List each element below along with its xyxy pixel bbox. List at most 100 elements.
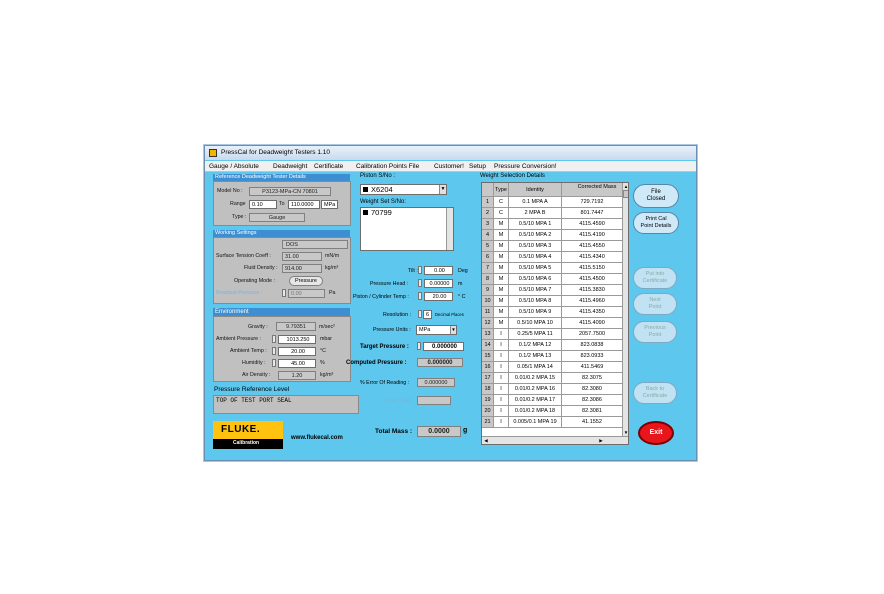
website-link[interactable]: www.flukecal.com — [291, 435, 343, 441]
humidity-spinner[interactable] — [272, 359, 276, 367]
row-type: M — [494, 274, 509, 285]
menu-certificate[interactable]: Certificate — [314, 161, 343, 172]
row-identity: 0.005/0.1 MPA 19 — [509, 417, 562, 428]
table-row[interactable]: 1 C 0.1 MPA A 729.7192 — [482, 197, 623, 208]
row-mass: 823.0838 — [562, 340, 623, 351]
scroll-up-icon[interactable]: ▲ — [623, 183, 628, 190]
target-pressure-field[interactable]: 0.000000 — [423, 342, 464, 351]
pressure-ref-field[interactable]: TOP OF TEST PORT SEAL — [213, 395, 359, 414]
ambient-pressure-spinner[interactable] — [272, 335, 276, 343]
pressure-units-dropdown-icon[interactable]: ▼ — [450, 326, 456, 334]
table-row[interactable]: 16 I 0.05/1 MPA 14 411.5469 — [482, 362, 623, 373]
tilt-field[interactable]: 0.00 — [424, 266, 453, 275]
row-mass: 82.3075 — [562, 373, 623, 384]
piston-temp-spinner[interactable] — [418, 292, 422, 300]
menu-calibration-points-file[interactable]: Calibration Points File — [356, 161, 419, 172]
scroll-left-icon[interactable]: ◀ — [483, 437, 489, 444]
ambient-pressure-field[interactable]: 1013.250 — [278, 335, 316, 344]
row-identity: 0.01/0.2 MPA 17 — [509, 395, 562, 406]
previous-point-button[interactable]: Previous Point — [633, 321, 677, 343]
ambient-pressure-unit: mbar — [320, 336, 333, 342]
ambient-temp-spinner[interactable] — [272, 347, 276, 355]
table-horizontal-scrollbar[interactable]: ◀ ▶ — [482, 436, 628, 444]
resolution-spinner[interactable] — [418, 310, 422, 318]
row-number: 2 — [482, 208, 494, 219]
table-row[interactable]: 11 M 0.5/10 MPA 9 4115.4350 — [482, 307, 623, 318]
row-identity: 0.5/10 MPA 5 — [509, 263, 562, 274]
row-number: 20 — [482, 406, 494, 417]
menu-deadweight[interactable]: Deadweight — [273, 161, 307, 172]
gravity-field: 9.79351 — [276, 322, 316, 331]
put-into-line2: Certificate — [642, 278, 668, 284]
operating-mode-button[interactable]: Pressure — [289, 276, 323, 286]
table-row[interactable]: 17 I 0.01/0.2 MPA 15 82.3075 — [482, 373, 623, 384]
weightset-scrollbar[interactable] — [446, 208, 453, 250]
menu-gauge-absolute[interactable]: Gauge / Absolute — [209, 161, 259, 172]
row-identity: 0.25/5 MPA 11 — [509, 329, 562, 340]
scroll-thumb[interactable] — [623, 190, 628, 198]
print-cal-button[interactable]: Print Cal Point Details — [633, 212, 679, 234]
table-row[interactable]: 13 I 0.25/5 MPA 11 2057.7500 — [482, 329, 623, 340]
table-row[interactable]: 19 I 0.01/0.2 MPA 17 82.3086 — [482, 395, 623, 406]
weights-table[interactable]: Type Identity Corrected Mass 1 C 0.1 MPA A… — [481, 182, 629, 445]
target-pressure-spinner[interactable] — [417, 342, 421, 350]
table-row[interactable]: 4 M 0.5/10 MPA 2 4115.4190 — [482, 230, 623, 241]
app-window: PressCal for Deadweight Testers 1.10 Gau… — [204, 145, 697, 461]
scroll-right-icon[interactable]: ▶ — [598, 437, 604, 444]
table-row[interactable]: 21 I 0.005/0.1 MPA 19 41.1552 — [482, 417, 623, 428]
row-number: 12 — [482, 318, 494, 329]
table-row[interactable]: 9 M 0.5/10 MPA 7 4115.3830 — [482, 285, 623, 296]
table-row[interactable]: 12 M 0.5/10 MPA 10 4115.4090 — [482, 318, 623, 329]
type-label: Type : — [232, 214, 247, 220]
table-row[interactable]: 6 M 0.5/10 MPA 4 4115.4340 — [482, 252, 623, 263]
table-row[interactable]: 15 I 0.1/2 MPA 13 823.0933 — [482, 351, 623, 362]
piston-select[interactable]: X6204 — [360, 184, 447, 195]
piston-temp-field[interactable]: 20.00 — [424, 292, 453, 301]
ambient-temp-field[interactable]: 20.00 — [278, 347, 316, 356]
table-row[interactable]: 2C2 MPA B 801.7447 — [482, 208, 623, 219]
table-row[interactable]: 10 M 0.5/10 MPA 8 4115.4960 — [482, 296, 623, 307]
next-point-button[interactable]: Next Point — [633, 293, 677, 315]
row-number: 7 — [482, 263, 494, 274]
target-pressure-label: Target Pressure : — [360, 344, 409, 350]
row-mass: 729.7192 — [562, 197, 623, 208]
piston-temp-label: Piston / Cylinder Temp : — [353, 294, 409, 300]
pressure-head-label: Pressure Head : — [370, 281, 409, 287]
pressure-head-spinner[interactable] — [418, 279, 422, 287]
table-row[interactable]: 18 I 0.01/0.2 MPA 16 82.3080 — [482, 384, 623, 395]
file-closed-button[interactable]: File Closed — [633, 184, 679, 208]
weightset-list[interactable]: 70799 — [360, 207, 454, 251]
table-vertical-scrollbar[interactable]: ▲ ▼ — [622, 183, 628, 436]
pressure-head-field[interactable]: 0.00000 — [424, 279, 453, 288]
row-number: 21 — [482, 417, 494, 428]
row-identity: 0.5/10 MPA 10 — [509, 318, 562, 329]
range-from-field[interactable]: 0.10 — [249, 200, 277, 209]
tilt-spinner[interactable] — [418, 266, 422, 274]
row-mass: 411.5469 — [562, 362, 623, 373]
table-row[interactable]: 20 I 0.01/0.2 MPA 18 82.3081 — [482, 406, 623, 417]
residual-spinner[interactable] — [282, 289, 286, 297]
put-into-certificate-button[interactable]: Put into Certificate — [633, 267, 677, 289]
range-to-field[interactable]: 110.0000 — [288, 200, 320, 209]
table-row[interactable]: 8 M 0.5/10 MPA 6 4115.4500 — [482, 274, 623, 285]
humidity-field[interactable]: 45.00 — [278, 359, 316, 368]
scroll-down-icon[interactable]: ▼ — [623, 429, 628, 436]
menu-setup[interactable]: Setup — [469, 161, 486, 172]
table-row[interactable]: 3 M 0.5/10 MPA 1 4115.4590 — [482, 219, 623, 230]
fluke-logo-sub: Calibration — [233, 440, 260, 446]
menu-customer[interactable]: Customer! — [434, 161, 464, 172]
resolution-field[interactable]: 6 — [423, 310, 432, 319]
menu-pressure-conversion[interactable]: Pressure Conversion! — [494, 161, 557, 172]
back-to-certificate-button[interactable]: Back to Certificate — [633, 382, 677, 404]
exit-button[interactable]: Exit — [638, 421, 674, 445]
piston-dropdown-icon[interactable]: ▼ — [439, 185, 446, 194]
table-row[interactable]: 7 M 0.5/10 MPA 5 4115.5150 — [482, 263, 623, 274]
range-label: Range — [230, 201, 246, 207]
air-density-unit: kg/m³ — [320, 372, 334, 378]
table-row[interactable]: 14 I 0.1/2 MPA 12 823.0838 — [482, 340, 623, 351]
row-number: 6 — [482, 252, 494, 263]
fluid-density-label: Fluid Density : — [244, 265, 278, 271]
row-mass: 82.3086 — [562, 395, 623, 406]
row-type: I — [494, 329, 509, 340]
table-row[interactable]: 5 M 0.5/10 MPA 3 4115.4550 — [482, 241, 623, 252]
